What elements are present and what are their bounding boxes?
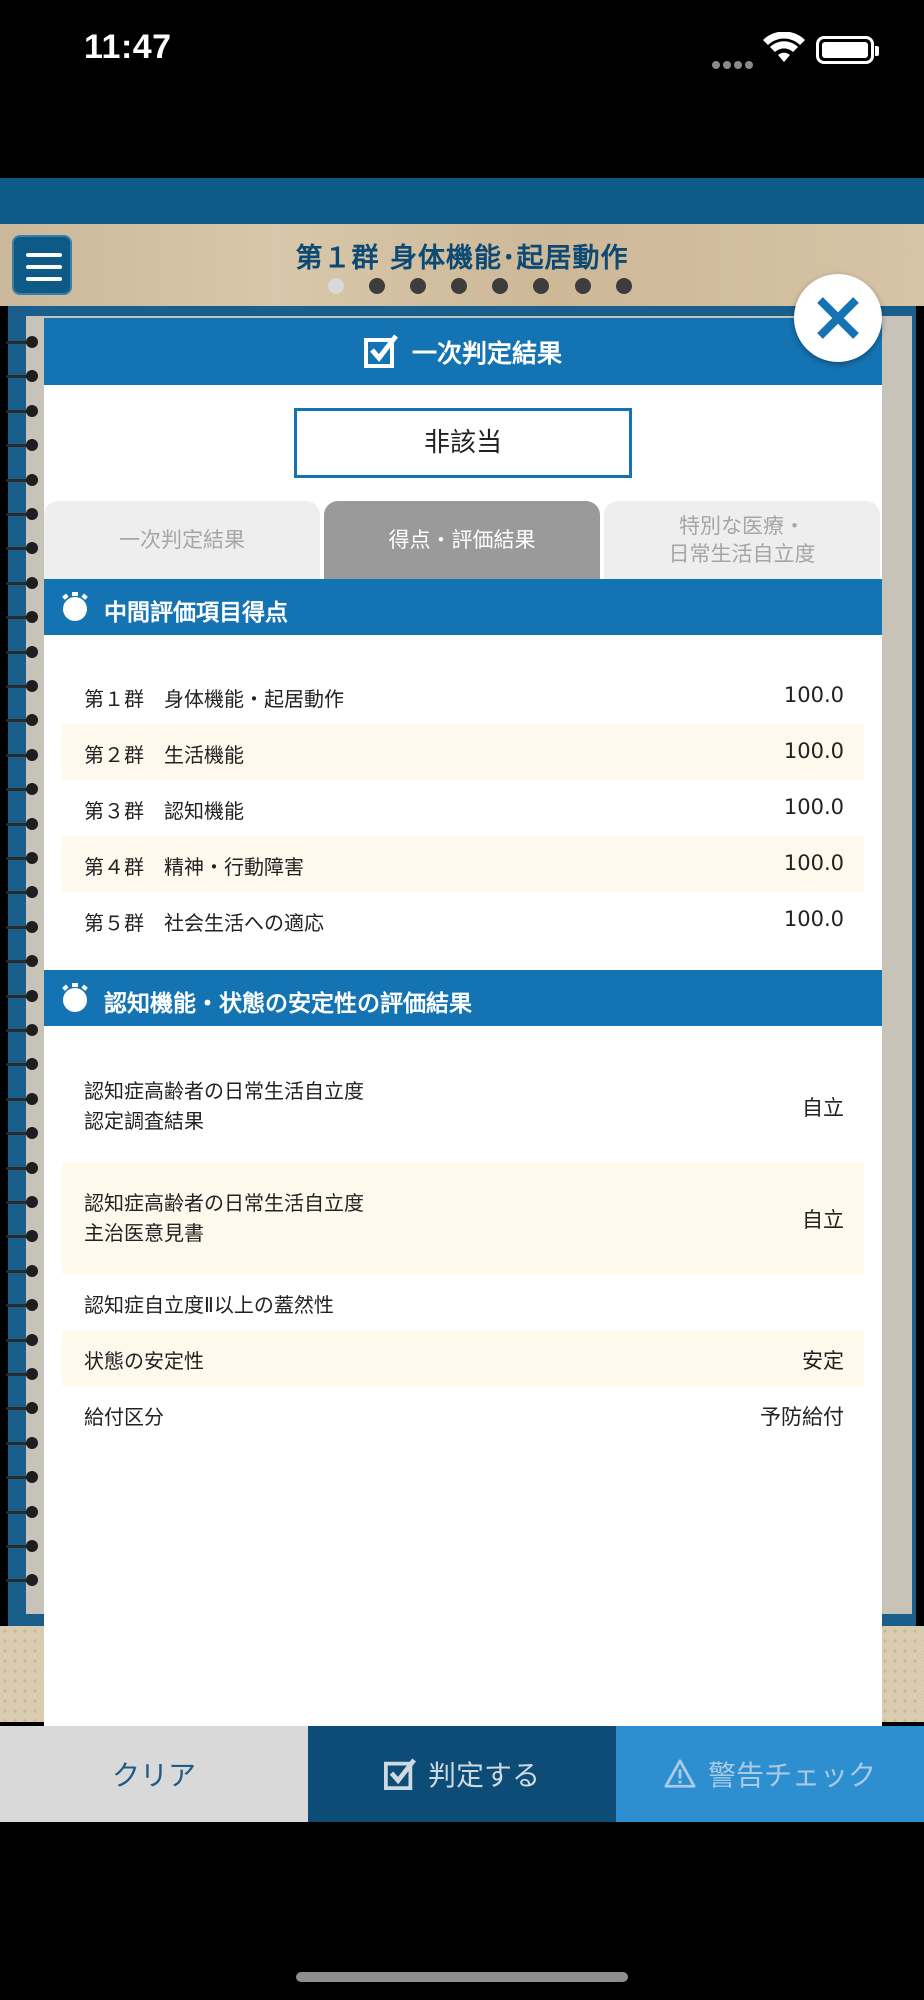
stability-row: 認知症高齢者の日常生活自立度 認定調査結果 自立 (84, 1079, 844, 1133)
page-dot[interactable] (615, 278, 632, 294)
battery-icon (816, 36, 879, 64)
ring (6, 1333, 40, 1348)
score-row: 第１群 身体機能・起居動作 100.0 (84, 683, 844, 711)
tab-primary-result[interactable]: 一次判定結果 (44, 501, 320, 579)
status-time: 11:47 (84, 28, 172, 66)
timer-icon (62, 592, 88, 621)
ring (6, 370, 40, 384)
ring (6, 1402, 40, 1416)
ring (6, 576, 40, 591)
close-button[interactable] (794, 274, 882, 362)
ring (6, 1574, 40, 1588)
page-dot[interactable] (369, 278, 386, 294)
result-modal: 一次判定結果 非該当 一次判定結果 得点・評価結果 特別な医療・ 日常生活自立度… (44, 318, 882, 1726)
ring (6, 645, 40, 660)
result-value: 非該当 (294, 408, 632, 478)
section-title: 中間評価項目得点 (104, 600, 288, 626)
ring (6, 508, 40, 522)
ring (6, 404, 40, 419)
ring (6, 1299, 40, 1313)
ring (6, 336, 40, 350)
score-row: 第４群 精神・行動障害 100.0 (62, 836, 864, 892)
ring (6, 1471, 40, 1485)
ring (6, 886, 40, 900)
tab-score-evaluation[interactable]: 得点・評価結果 (324, 501, 600, 579)
ring (6, 1058, 40, 1072)
ring (6, 1436, 40, 1451)
page-indicator (328, 278, 652, 298)
ring (6, 748, 40, 763)
ring (6, 611, 40, 625)
judge-button[interactable]: 判定する (308, 1726, 616, 1822)
ring (6, 542, 40, 556)
bottom-toolbar: クリア 判定する 警告チェック (0, 1726, 924, 1822)
section-header-stability: 認知機能・状態の安定性の評価結果 (44, 970, 882, 1026)
score-row: 第５群 社会生活への適応 100.0 (84, 907, 844, 935)
warning-check-button[interactable]: 警告チェック (616, 1726, 924, 1822)
score-row: 第３群 認知機能 100.0 (84, 795, 844, 823)
ring (6, 1161, 40, 1176)
ring (6, 1092, 40, 1107)
warning-icon (664, 1759, 696, 1788)
stability-row: 状態の安定性 安定 (62, 1330, 864, 1386)
page-dot[interactable] (492, 278, 509, 294)
ring (6, 714, 40, 728)
ring (6, 817, 40, 832)
ring (6, 1196, 40, 1210)
app-top-bar (0, 178, 924, 224)
ring (6, 852, 40, 866)
notebook-rings (0, 336, 44, 1596)
ring (6, 1505, 40, 1520)
page-dot[interactable] (410, 278, 427, 294)
score-row: 第２群 生活機能 100.0 (62, 724, 864, 780)
ring (6, 1540, 40, 1554)
page-dot[interactable] (574, 278, 591, 294)
stability-row: 給付区分 予防給付 (84, 1405, 844, 1429)
ring (6, 920, 40, 935)
home-indicator[interactable] (296, 1972, 628, 1982)
ring (6, 1264, 40, 1279)
page-dot[interactable] (533, 278, 550, 294)
close-icon (817, 297, 859, 339)
ring (6, 439, 40, 453)
ring (6, 680, 40, 694)
modal-title: 一次判定結果 (44, 334, 882, 370)
clear-button[interactable]: クリア (0, 1726, 308, 1822)
page-title: 第１群 身体機能･起居動作 (295, 243, 629, 274)
ring (6, 473, 40, 488)
result-tabs: 一次判定結果 得点・評価結果 特別な医療・ 日常生活自立度 (44, 501, 882, 579)
modal-header: 一次判定結果 (44, 318, 882, 385)
section-title: 認知機能・状態の安定性の評価結果 (104, 991, 472, 1017)
ring (6, 783, 40, 797)
page-dot[interactable] (328, 278, 344, 294)
section-header-scores: 中間評価項目得点 (44, 579, 882, 635)
stability-row: 認知症自立度Ⅱ以上の蓋然性 (84, 1293, 334, 1317)
ring (6, 989, 40, 1004)
ring (6, 1127, 40, 1141)
ring (6, 955, 40, 969)
timer-icon (62, 983, 88, 1012)
ring (6, 1368, 40, 1382)
wifi-icon (763, 32, 805, 62)
checkbox-icon (383, 1758, 416, 1790)
page-dot[interactable] (451, 278, 468, 294)
signal-icon (712, 54, 756, 73)
ring (6, 1024, 40, 1038)
modal-title-text: 一次判定結果 (411, 339, 562, 368)
stability-row: 認知症高齢者の日常生活自立度 主治医意見書 自立 (62, 1162, 864, 1274)
checkbox-icon (363, 334, 398, 368)
ring (6, 1230, 40, 1244)
status-bar: 11:47 (0, 0, 924, 100)
tab-special-medical[interactable]: 特別な医療・ 日常生活自立度 (604, 501, 880, 579)
